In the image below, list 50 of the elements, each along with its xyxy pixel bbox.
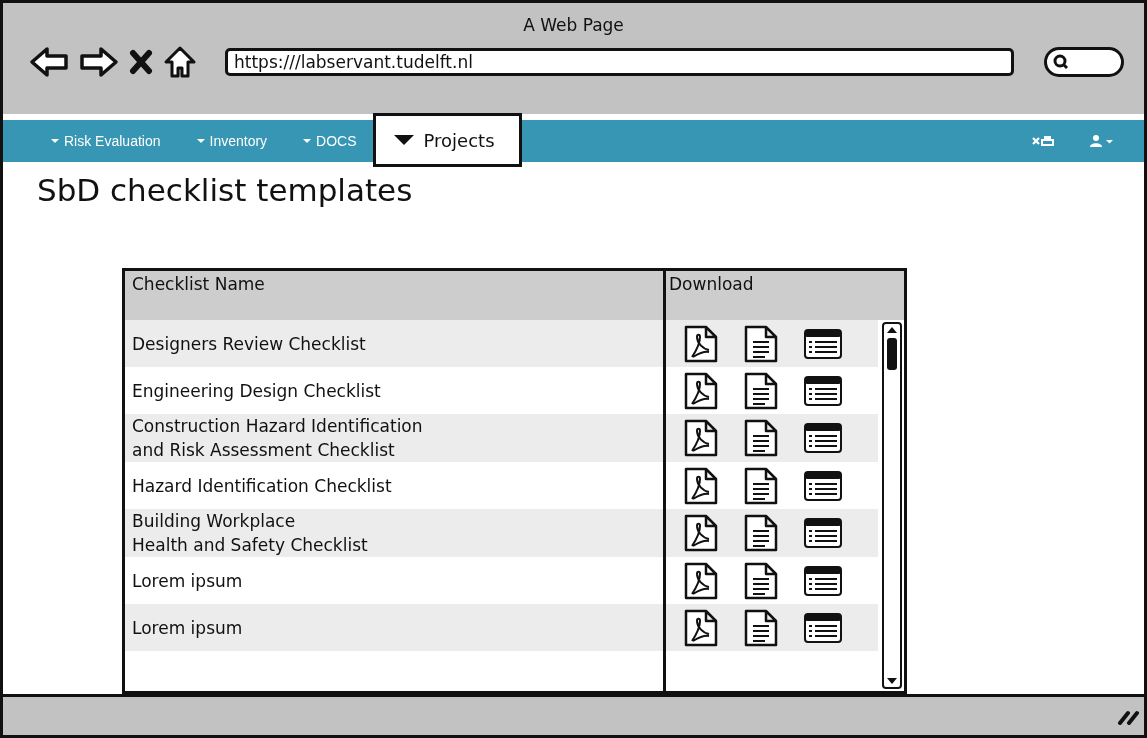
close-icon[interactable] xyxy=(129,49,153,75)
caret-icon xyxy=(51,139,59,144)
pdf-file-icon[interactable] xyxy=(684,419,718,458)
nav-tab[interactable]: Inventory xyxy=(196,133,268,150)
caret-icon xyxy=(393,135,414,146)
list-window-icon[interactable] xyxy=(804,423,842,454)
close-print-icon[interactable] xyxy=(1032,135,1054,148)
text-document-icon[interactable] xyxy=(744,608,778,647)
checklist-name: Hazard Identification Checklist xyxy=(132,474,392,498)
search-field[interactable] xyxy=(1044,47,1124,77)
pdf-file-icon[interactable] xyxy=(684,371,718,410)
list-window-icon[interactable] xyxy=(804,518,842,549)
text-document-icon[interactable] xyxy=(744,371,778,410)
list-window-icon[interactable] xyxy=(804,470,842,501)
window-title: A Web Page xyxy=(522,15,625,35)
pdf-file-icon[interactable] xyxy=(684,514,718,553)
home-icon[interactable] xyxy=(163,45,197,79)
pdf-file-icon[interactable] xyxy=(684,561,718,600)
forward-icon[interactable] xyxy=(79,46,119,78)
list-window-icon[interactable] xyxy=(804,328,842,359)
pdf-file-icon[interactable] xyxy=(684,324,718,363)
text-document-icon[interactable] xyxy=(744,419,778,458)
text-document-icon[interactable] xyxy=(744,561,778,600)
pdf-file-icon[interactable] xyxy=(684,608,718,647)
address-bar[interactable]: https:///labservant.tudelft.nl xyxy=(225,48,1014,76)
back-icon[interactable] xyxy=(29,46,69,78)
checklist-name: Engineering Design Checklist xyxy=(132,379,381,403)
text-document-icon[interactable] xyxy=(744,514,778,553)
nav-tab[interactable]: DOCS xyxy=(303,133,357,150)
scroll-thumb[interactable] xyxy=(887,338,897,371)
nav-tab[interactable]: Risk Evaluation xyxy=(51,133,161,150)
checklist-name: Lorem ipsum xyxy=(132,569,243,593)
column-header: Download xyxy=(668,273,754,297)
list-window-icon[interactable] xyxy=(804,565,842,596)
checklist-name: Designers Review Checklist xyxy=(132,332,366,356)
list-window-icon[interactable] xyxy=(804,612,842,643)
page-title: SbD checklist templates xyxy=(37,172,414,209)
checklist-name: Building Workplace Health and Safety Checklist xyxy=(132,510,368,558)
scrollbar[interactable] xyxy=(882,322,902,690)
checklist-name: Construction Hazard Identification and Risk Assessment Checklist xyxy=(132,415,423,463)
user-icon[interactable] xyxy=(1090,135,1114,148)
pdf-file-icon[interactable] xyxy=(684,466,718,505)
text-document-icon[interactable] xyxy=(744,466,778,505)
caret-icon xyxy=(196,139,205,144)
search-icon xyxy=(1053,54,1069,70)
text-document-icon[interactable] xyxy=(744,324,778,363)
nav-tab[interactable]: Projects xyxy=(372,113,522,168)
checklist-name: Lorem ipsum xyxy=(132,616,243,640)
list-window-icon[interactable] xyxy=(804,375,842,406)
caret-icon xyxy=(303,139,312,144)
